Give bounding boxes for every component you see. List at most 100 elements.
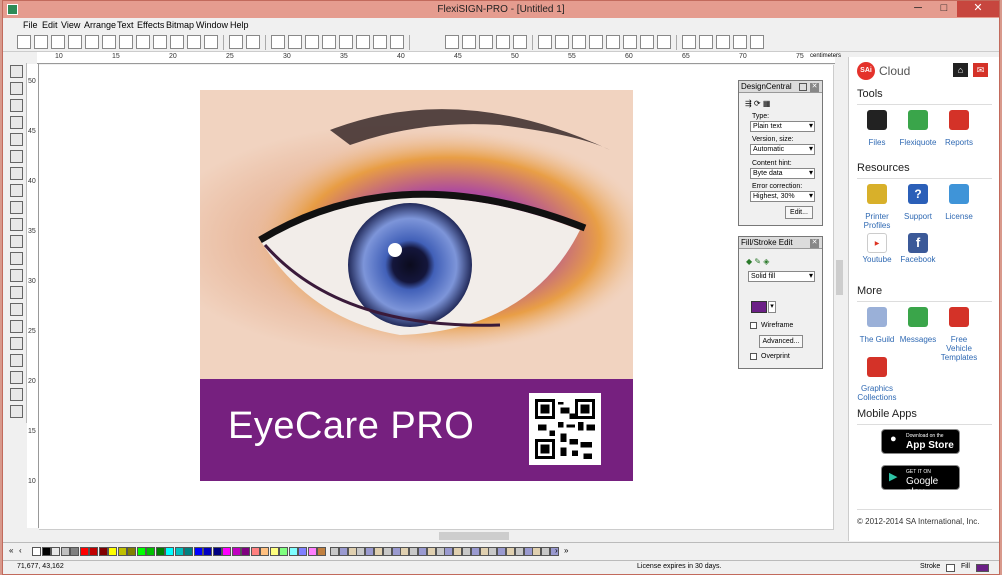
palette-swatch[interactable]: [260, 547, 269, 556]
maximize-button[interactable]: □: [931, 1, 957, 17]
open-icon[interactable]: [34, 35, 48, 49]
rotate-icon[interactable]: [10, 167, 23, 180]
pattern-swatch[interactable]: [470, 547, 480, 556]
cut-file-icon[interactable]: [102, 35, 116, 49]
panel-close-icon[interactable]: ✕: [810, 83, 819, 92]
menu-effects[interactable]: Effects: [137, 20, 164, 30]
pattern-swatch[interactable]: [479, 547, 489, 556]
color-layers-icon[interactable]: [339, 35, 353, 49]
palette-swatch[interactable]: [146, 547, 155, 556]
zoom-out-icon[interactable]: [10, 286, 23, 299]
palette-swatch[interactable]: [184, 547, 193, 556]
eyedropper-icon[interactable]: [10, 235, 23, 248]
pattern-swatch[interactable]: [400, 547, 410, 556]
text-icon[interactable]: [10, 82, 23, 95]
output-icon[interactable]: [119, 35, 133, 49]
pattern-swatch[interactable]: [488, 547, 498, 556]
menu-edit[interactable]: Edit: [42, 20, 58, 30]
home-icon[interactable]: ⌂: [953, 63, 968, 77]
mail-icon[interactable]: ✉: [973, 63, 988, 77]
new-icon[interactable]: [17, 35, 31, 49]
align-middle-icon[interactable]: [716, 35, 730, 49]
google-play-badge[interactable]: ▶ GET IT ON Google play: [881, 465, 960, 498]
zoom-actual-icon[interactable]: [10, 371, 23, 384]
guild-icon[interactable]: [867, 307, 887, 327]
scissors-icon[interactable]: [153, 35, 167, 49]
eye-icon[interactable]: [606, 35, 620, 49]
palette-swatch[interactable]: [317, 547, 326, 556]
menu-text[interactable]: Text: [117, 20, 134, 30]
palette-swatch[interactable]: [231, 547, 241, 556]
pattern-swatch[interactable]: [514, 547, 524, 556]
pattern-swatch[interactable]: [532, 547, 542, 556]
design-central-tabs[interactable]: ⇶ ⟳ ▦: [745, 99, 785, 109]
pattern-swatch[interactable]: [506, 547, 515, 556]
vehicle-templates-link[interactable]: Free Vehicle Templates: [934, 335, 984, 362]
close-button[interactable]: ✕: [957, 1, 999, 17]
menu-help[interactable]: Help: [230, 20, 249, 30]
bezier-icon[interactable]: [10, 133, 23, 146]
edit-button[interactable]: Edit...: [785, 206, 813, 219]
content-hint-select[interactable]: Byte data: [750, 168, 815, 179]
reports-icon[interactable]: [949, 110, 969, 130]
redo-all-icon[interactable]: [246, 35, 260, 49]
fill-tool-icon[interactable]: [10, 405, 23, 418]
menu-arrange[interactable]: Arrange: [84, 20, 116, 30]
rectangle-icon[interactable]: [10, 116, 23, 129]
cloud-upload-icon[interactable]: [373, 35, 387, 49]
graphics-collections-link[interactable]: Graphics Collections: [852, 384, 902, 402]
palette-swatch[interactable]: [70, 547, 79, 556]
advanced-button[interactable]: Advanced...: [759, 335, 803, 348]
palette-swatch[interactable]: [127, 547, 136, 556]
vehicle-templates-icon[interactable]: [949, 307, 969, 327]
palette-swatch[interactable]: [98, 547, 108, 556]
title-bar[interactable]: FlexiSIGN-PRO - [Untitled 1] ─ □ ✕: [3, 1, 999, 18]
ungroup-icon[interactable]: [288, 35, 302, 49]
palette-swatch[interactable]: [41, 547, 51, 556]
palette-swatch[interactable]: [193, 547, 203, 556]
import-icon[interactable]: [68, 35, 82, 49]
pointer-node-icon[interactable]: [589, 35, 603, 49]
fill-type-select[interactable]: Solid fill: [748, 271, 815, 282]
fill-swatch[interactable]: [976, 564, 989, 572]
palette-swatch[interactable]: [250, 547, 260, 556]
weld-icon[interactable]: [462, 35, 476, 49]
palette-swatch[interactable]: [203, 547, 212, 556]
text-kern-icon[interactable]: [750, 35, 764, 49]
pattern-swatch[interactable]: [409, 547, 419, 556]
palette-swatch[interactable]: [165, 547, 174, 556]
palette-swatch[interactable]: [117, 547, 127, 556]
palette-swatch[interactable]: [279, 547, 288, 556]
panel-close-icon[interactable]: ✕: [810, 239, 819, 248]
pattern-swatch[interactable]: [453, 547, 463, 556]
hand-icon[interactable]: [10, 388, 23, 401]
palette-swatch[interactable]: [288, 547, 298, 556]
pattern-swatch[interactable]: [347, 547, 357, 556]
flexiquote-icon[interactable]: [908, 110, 928, 130]
palette-swatch[interactable]: [241, 547, 250, 556]
pattern-swatch[interactable]: [338, 547, 348, 556]
select-icon[interactable]: [10, 65, 23, 78]
shape-icon[interactable]: [10, 99, 23, 112]
node-icon[interactable]: [555, 35, 569, 49]
cloud-sync-icon[interactable]: [390, 35, 404, 49]
palette-swatch[interactable]: [136, 547, 146, 556]
palette-swatch[interactable]: [60, 547, 70, 556]
magic-wand-icon[interactable]: [10, 252, 23, 265]
zoom-fit-icon[interactable]: [10, 303, 23, 316]
palette-swatch[interactable]: [79, 547, 89, 556]
align-left-icon[interactable]: [640, 35, 654, 49]
type-select[interactable]: Plain text: [750, 121, 815, 132]
error-correction-select[interactable]: Highest, 30%: [750, 191, 815, 202]
pattern-swatch[interactable]: [365, 547, 375, 556]
menu-view[interactable]: View: [61, 20, 80, 30]
printer-profiles-icon[interactable]: [867, 184, 887, 204]
license-icon[interactable]: [949, 184, 969, 204]
zoom-previous-icon[interactable]: [10, 354, 23, 367]
graphics-collections-icon[interactable]: [867, 357, 887, 377]
stroke-icon[interactable]: [445, 35, 459, 49]
youtube-icon[interactable]: ▶: [867, 233, 887, 253]
color-manager-icon[interactable]: [356, 35, 370, 49]
palette-swatch[interactable]: [32, 547, 41, 556]
undo-icon[interactable]: [204, 35, 218, 49]
